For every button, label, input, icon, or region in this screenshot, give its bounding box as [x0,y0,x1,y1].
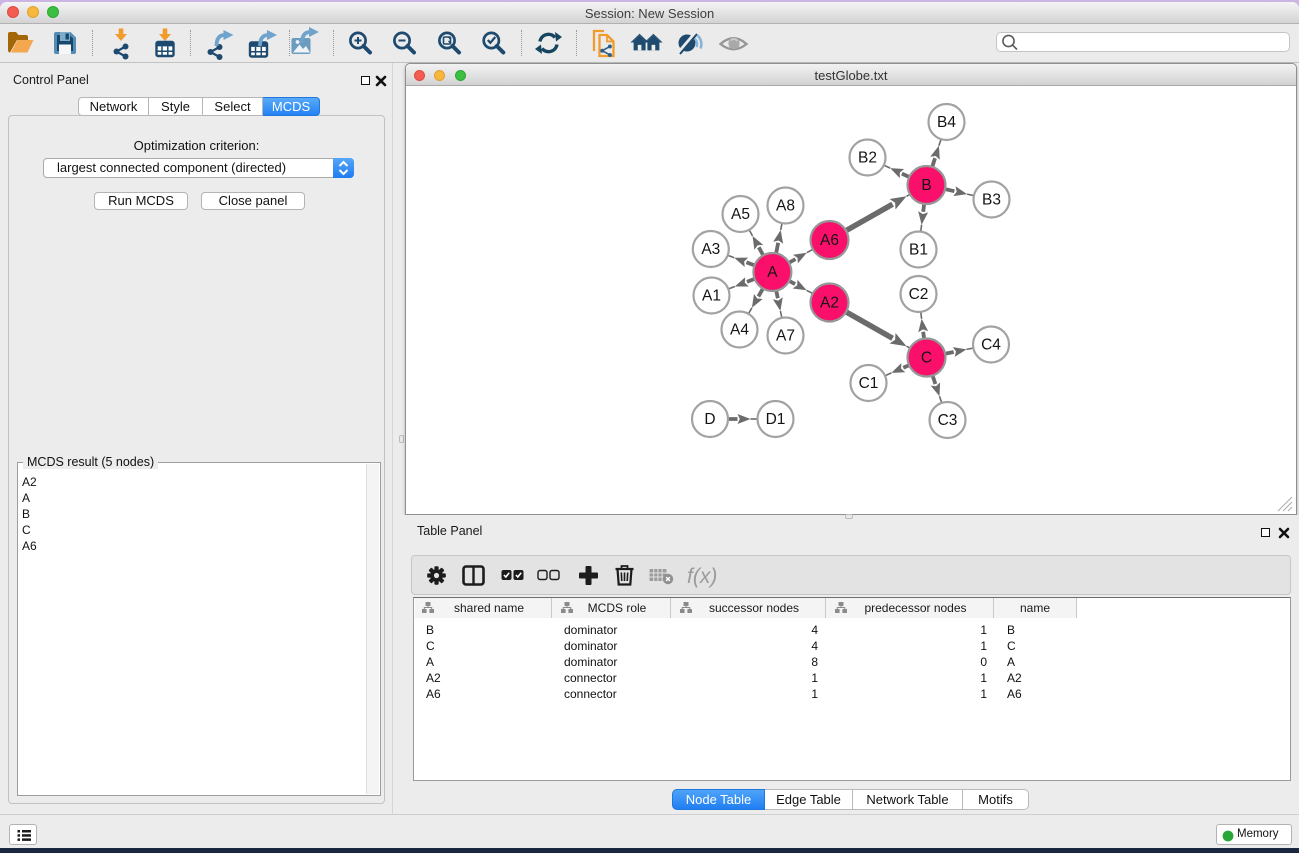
svg-text:A2: A2 [820,295,839,312]
svg-text:C3: C3 [938,412,958,429]
svg-text:B1: B1 [909,242,928,259]
svg-text:B: B [921,177,931,194]
svg-text:A8: A8 [776,198,795,215]
svg-text:A7: A7 [776,328,795,345]
svg-text:B4: B4 [937,114,956,131]
svg-text:C: C [921,350,932,367]
svg-text:A6: A6 [820,232,839,249]
svg-text:A: A [767,264,778,281]
svg-text:A4: A4 [730,322,749,339]
svg-text:f(x): f(x) [687,565,717,588]
svg-text:D: D [704,411,715,428]
svg-text:A1: A1 [702,288,721,305]
svg-text:D1: D1 [766,411,786,428]
svg-text:C1: C1 [859,375,879,392]
svg-text:A5: A5 [731,206,750,223]
svg-text:B3: B3 [982,192,1001,209]
svg-text:C4: C4 [981,337,1001,354]
svg-text:A3: A3 [701,241,720,258]
svg-text:C2: C2 [909,286,929,303]
svg-text:B2: B2 [858,150,877,167]
